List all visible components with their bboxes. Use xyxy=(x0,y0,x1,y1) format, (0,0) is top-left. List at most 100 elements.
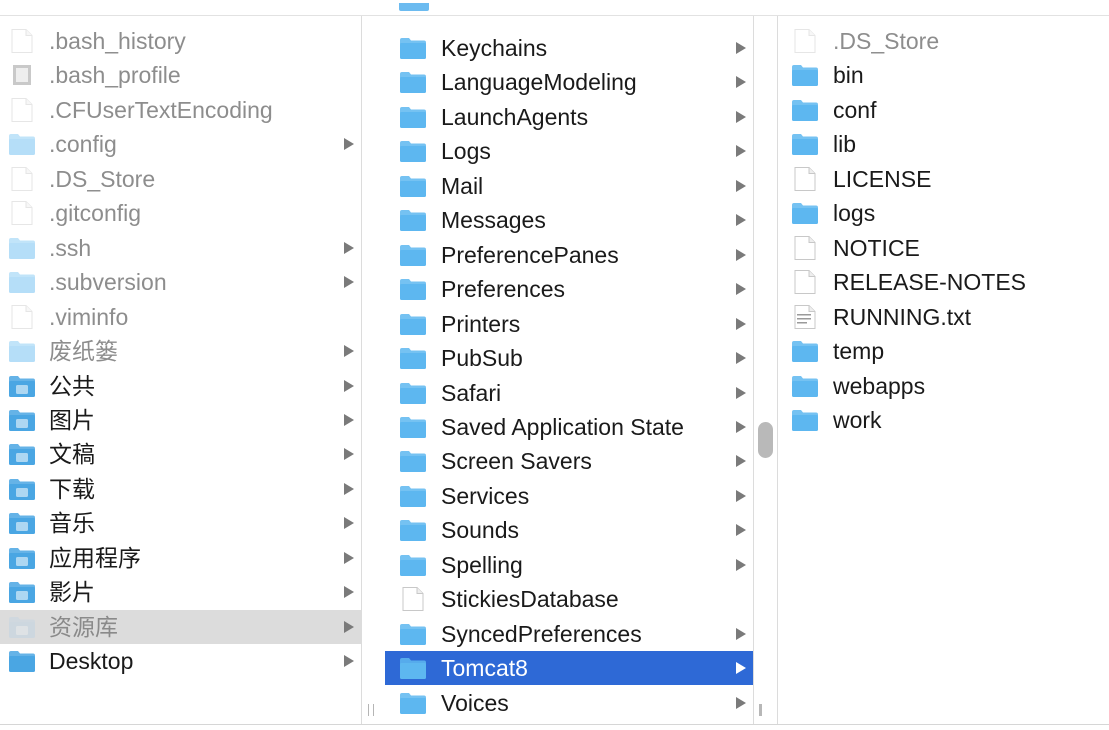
list-item[interactable]: .ssh xyxy=(0,231,361,265)
item-label: .gitconfig xyxy=(49,200,142,227)
list-item[interactable]: 影片 xyxy=(0,575,361,609)
list-item[interactable]: RELEASE-NOTES xyxy=(779,265,1109,299)
folder-icon xyxy=(399,691,427,715)
item-label: logs xyxy=(833,200,876,227)
column-resize-handle[interactable] xyxy=(759,704,762,716)
pictures-folder-icon xyxy=(8,408,36,432)
folder-icon xyxy=(791,98,819,122)
folder-icon xyxy=(399,484,427,508)
list-item[interactable]: .gitconfig xyxy=(0,196,361,230)
list-item[interactable]: SyncedPreferences xyxy=(385,617,753,651)
list-item[interactable]: 下载 xyxy=(0,472,361,506)
item-label: Keychains xyxy=(441,35,548,61)
document-icon xyxy=(8,201,36,226)
item-label: .subversion xyxy=(49,269,167,296)
list-item[interactable]: 废纸篓 xyxy=(0,334,361,368)
list-item[interactable]: conf xyxy=(779,93,1109,127)
list-item[interactable]: Spelling xyxy=(385,548,753,582)
list-item[interactable]: 文稿 xyxy=(0,437,361,471)
item-label: 公共 xyxy=(49,372,95,399)
document-icon xyxy=(791,270,819,295)
list-item[interactable]: Safari xyxy=(385,376,753,410)
list-item[interactable]: .bash_history xyxy=(0,24,361,58)
disclosure-arrow-icon xyxy=(344,448,354,461)
item-label: .config xyxy=(49,131,117,158)
list-item[interactable]: Screen Savers xyxy=(385,444,753,478)
disclosure-arrow-icon xyxy=(736,420,746,433)
list-item[interactable]: 资源库 xyxy=(0,609,361,644)
list-item[interactable]: bin xyxy=(779,58,1109,92)
documents-folder-icon xyxy=(8,442,36,466)
list-item[interactable]: lib xyxy=(779,127,1109,161)
list-item[interactable]: .viminfo xyxy=(0,300,361,334)
list-item[interactable]: Logs xyxy=(385,134,753,168)
list-item[interactable]: .config xyxy=(0,127,361,161)
list-item[interactable]: Desktop xyxy=(0,644,361,678)
folder-icon xyxy=(399,36,427,60)
library-folder-icon xyxy=(8,615,36,639)
disclosure-arrow-icon xyxy=(344,138,354,151)
list-item[interactable]: Voices xyxy=(385,686,753,720)
column-resize-handle[interactable] xyxy=(368,704,376,716)
item-label: Logs xyxy=(441,138,491,165)
list-item[interactable]: .DS_Store xyxy=(0,162,361,196)
folder-icon xyxy=(399,381,427,405)
column-divider[interactable] xyxy=(777,16,778,724)
list-item[interactable]: .DS_Store xyxy=(779,24,1109,58)
item-label: Sounds xyxy=(441,517,520,544)
list-item[interactable]: .CFUserTextEncoding xyxy=(0,93,361,127)
disclosure-arrow-icon xyxy=(344,345,354,358)
list-item[interactable]: Printers xyxy=(385,307,753,341)
list-item[interactable]: webapps xyxy=(779,369,1109,403)
column-user-home[interactable]: .bash_history .bash_profile .CFUserTextEnc… xyxy=(0,16,361,724)
list-item[interactable]: PubSub xyxy=(385,341,753,375)
item-label: Safari xyxy=(441,379,502,406)
list-item[interactable]: Services xyxy=(385,479,753,513)
column-tomcat8[interactable]: .DS_Store bin conf lib LICENSE logs NOTICE RELE… xyxy=(779,16,1109,724)
column-divider[interactable] xyxy=(753,16,754,724)
list-item[interactable]: Keychains xyxy=(385,31,753,65)
list-item[interactable]: .subversion xyxy=(0,265,361,299)
disclosure-arrow-icon xyxy=(736,627,746,640)
item-label: RELEASE-NOTES xyxy=(833,269,1026,296)
disclosure-arrow-icon xyxy=(344,551,354,564)
list-item[interactable]: .bash_profile xyxy=(0,58,361,92)
item-label: PreferencePanes xyxy=(441,241,619,268)
list-item[interactable]: logs xyxy=(779,196,1109,230)
list-item[interactable]: 图片 xyxy=(0,403,361,437)
list-item[interactable]: LaunchAgents xyxy=(385,100,753,134)
list-item[interactable]: 应用程序 xyxy=(0,541,361,575)
disclosure-arrow-icon xyxy=(736,76,746,89)
column-divider[interactable] xyxy=(361,16,362,724)
list-item[interactable]: 公共 xyxy=(0,369,361,403)
list-item[interactable]: StickiesDatabase xyxy=(385,582,753,616)
list-item[interactable]: RUNNING.txt xyxy=(779,300,1109,334)
list-item[interactable]: Saved Application State xyxy=(385,410,753,444)
list-item[interactable]: Sounds xyxy=(385,513,753,547)
item-label: .viminfo xyxy=(49,303,129,330)
list-item[interactable]: work xyxy=(779,403,1109,437)
list-item[interactable]: 音乐 xyxy=(0,506,361,540)
list-item[interactable]: NOTICE xyxy=(779,231,1109,265)
column-library[interactable]: Keychains LanguageModeling LaunchAgents Log… xyxy=(385,16,753,724)
folder-icon xyxy=(399,208,427,232)
library-column-scrollbar[interactable] xyxy=(758,422,773,458)
disclosure-arrow-icon xyxy=(344,586,354,599)
folder-icon xyxy=(791,201,819,225)
item-label: .bash_history xyxy=(49,28,186,54)
document-icon xyxy=(791,235,819,260)
item-label: NOTICE xyxy=(833,234,920,261)
list-item[interactable]: Mail xyxy=(385,169,753,203)
list-item[interactable]: temp xyxy=(779,334,1109,368)
disclosure-arrow-icon xyxy=(736,455,746,468)
list-item[interactable]: LICENSE xyxy=(779,162,1109,196)
list-item[interactable]: Preferences xyxy=(385,272,753,306)
list-item[interactable]: Messages xyxy=(385,203,753,237)
disclosure-arrow-icon xyxy=(736,214,746,227)
item-label: Voices xyxy=(441,689,509,716)
list-item[interactable]: PreferencePanes xyxy=(385,238,753,272)
item-label: LanguageModeling xyxy=(441,69,637,96)
list-item[interactable]: Tomcat8 xyxy=(385,651,753,686)
list-item[interactable]: LanguageModeling xyxy=(385,65,753,99)
column-view-bottom-border xyxy=(0,724,1109,725)
